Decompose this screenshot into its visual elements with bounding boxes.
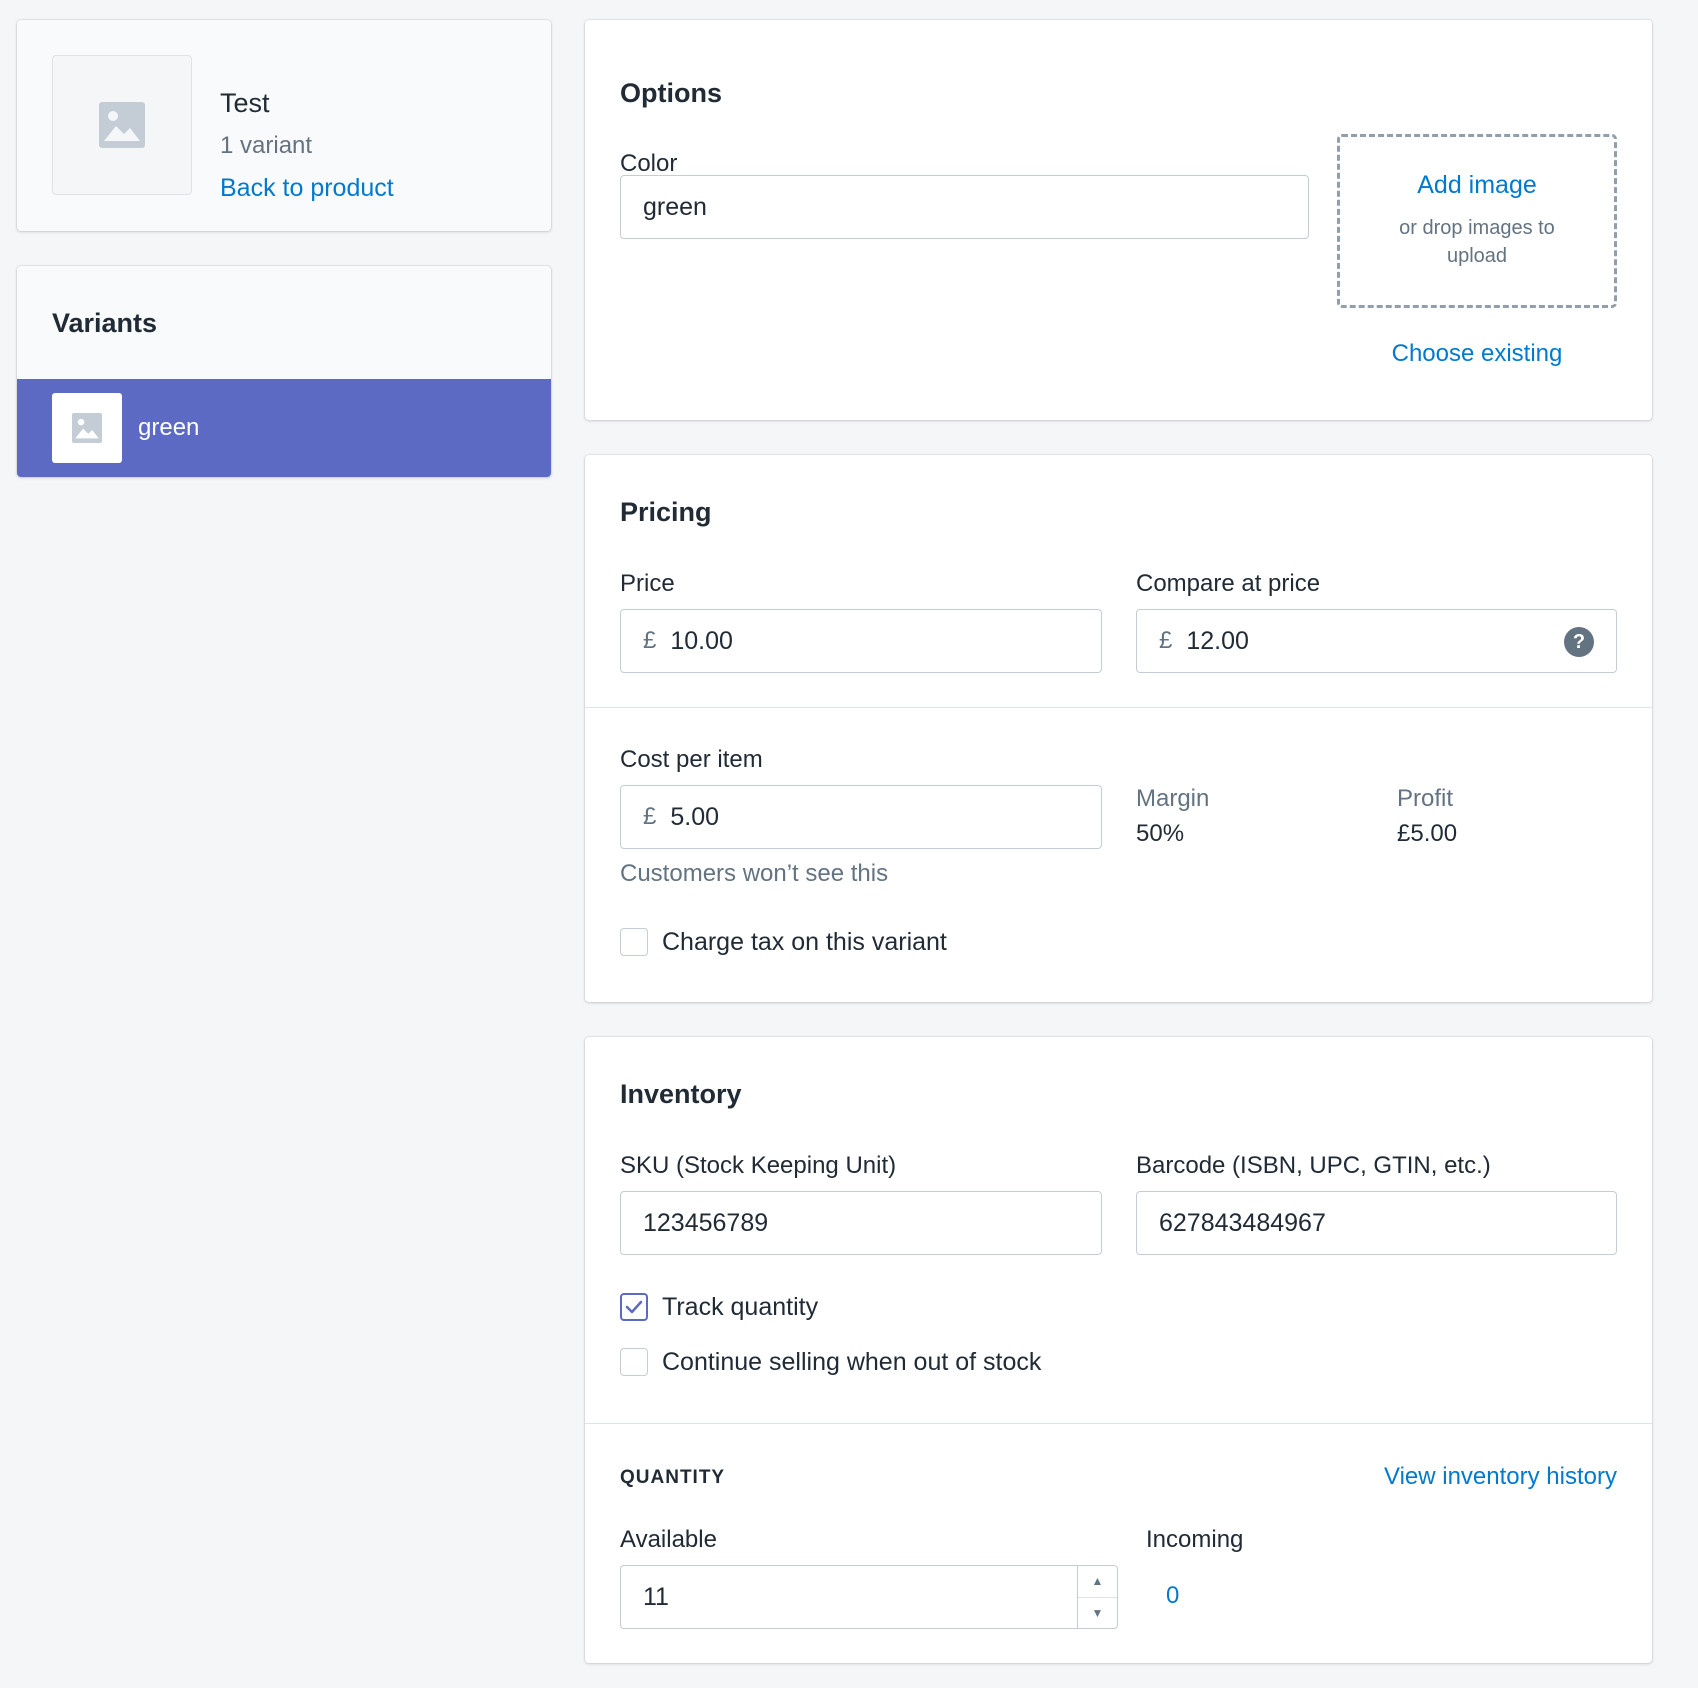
continue-selling-checkbox[interactable] [620,1348,648,1376]
color-label: Color [620,150,678,177]
choose-existing-link[interactable]: Choose existing [1337,340,1617,368]
compare-at-price-label: Compare at price [1136,570,1321,597]
inventory-card: Inventory SKU (Stock Keeping Unit) 12345… [585,1037,1652,1663]
charge-tax-label: Charge tax on this variant [662,928,947,956]
variants-card: Variants green [17,266,551,477]
available-quantity-stepper[interactable]: 11 ▲ ▼ [620,1565,1118,1629]
options-heading: Options [620,78,722,108]
image-placeholder-icon [72,413,102,443]
price-input[interactable]: £ 10.00 [620,609,1102,673]
currency-prefix: £ [643,627,657,654]
product-summary-card: Test 1 variant Back to product [17,20,551,231]
continue-selling-label: Continue selling when out of stock [662,1348,1042,1376]
track-quantity-checkbox[interactable] [620,1293,648,1321]
incoming-label: Incoming [1146,1526,1244,1553]
inventory-heading: Inventory [620,1079,742,1109]
currency-prefix: £ [643,803,657,830]
inventory-divider [585,1423,1652,1424]
increment-arrow-icon[interactable]: ▲ [1078,1566,1117,1597]
barcode-label: Barcode (ISBN, UPC, GTIN, etc.) [1136,1152,1491,1179]
variant-label: green [138,414,200,441]
pricing-card: Pricing Price £ 10.00 Compare at price £… [585,455,1652,1002]
decrement-arrow-icon[interactable]: ▼ [1078,1596,1117,1629]
compare-at-price-input[interactable]: £ 12.00 ? [1136,609,1617,673]
product-image-placeholder [52,55,192,195]
margin-label: Margin [1136,785,1210,812]
cost-per-item-value: 5.00 [670,802,720,831]
price-label: Price [620,570,675,597]
incoming-quantity-link[interactable]: 0 [1166,1582,1179,1610]
pricing-divider [585,707,1652,708]
color-input[interactable]: green [620,175,1309,239]
options-card: Options Color green Add image or drop im… [585,20,1652,420]
charge-tax-checkbox[interactable] [620,928,648,956]
profit-value: £5.00 [1397,820,1458,847]
product-title: Test [220,88,270,118]
available-label: Available [620,1526,717,1553]
compare-at-price-value: 12.00 [1186,626,1249,655]
sku-value: 123456789 [643,1208,769,1237]
variant-thumbnail [52,393,122,463]
question-circle-icon[interactable]: ? [1564,627,1594,657]
add-image-button[interactable]: Add image [1340,171,1614,200]
image-placeholder-icon [99,102,145,148]
cost-hint: Customers won’t see this [620,860,889,887]
variants-heading: Variants [52,308,158,338]
sku-input[interactable]: 123456789 [620,1191,1102,1255]
available-value: 11 [643,1582,669,1611]
cost-per-item-label: Cost per item [620,746,763,773]
quantity-heading: QUANTITY [620,1467,726,1488]
color-input-value: green [643,192,707,221]
barcode-input[interactable]: 627843484967 [1136,1191,1617,1255]
variant-count: 1 variant [220,132,313,159]
drop-images-hint: or drop images to upload [1399,217,1555,267]
sku-label: SKU (Stock Keeping Unit) [620,1152,897,1179]
barcode-value: 627843484967 [1159,1208,1326,1237]
variant-item-green[interactable]: green [17,379,551,477]
quantity-stepper-controls: ▲ ▼ [1077,1566,1117,1628]
view-inventory-history-link[interactable]: View inventory history [1384,1463,1617,1491]
cost-per-item-input[interactable]: £ 5.00 [620,785,1102,849]
price-value: 10.00 [670,626,733,655]
currency-prefix: £ [1159,627,1173,654]
image-dropzone[interactable]: Add image or drop images to upload [1337,134,1617,308]
profit-label: Profit [1397,785,1454,812]
checkmark-icon [625,1300,643,1314]
track-quantity-label: Track quantity [662,1293,819,1321]
margin-value: 50% [1136,820,1185,847]
back-to-product-link[interactable]: Back to product [220,174,394,203]
pricing-heading: Pricing [620,497,712,527]
